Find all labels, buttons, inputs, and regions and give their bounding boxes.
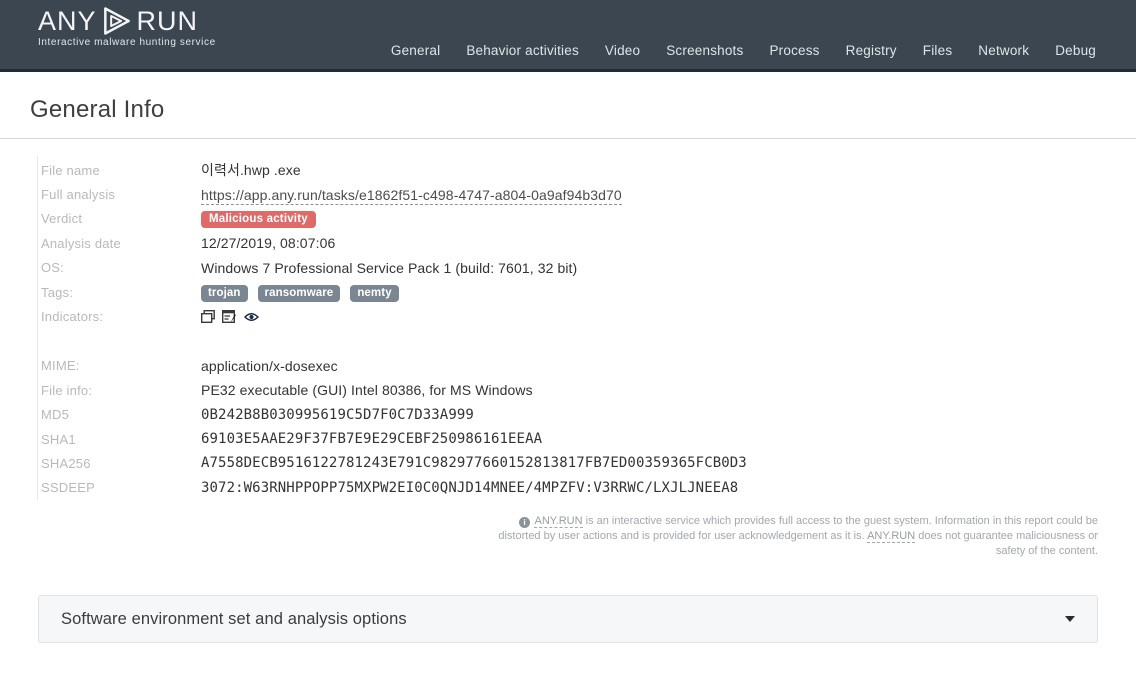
tag-ransomware[interactable]: ransomware xyxy=(257,284,341,302)
file-info-row: File info: PE32 executable (GUI) Intel 8… xyxy=(38,378,1136,402)
logo-tagline: Interactive malware hunting service xyxy=(38,37,216,48)
play-icon xyxy=(103,7,130,35)
tags-row: Tags: trojan ransomware nemty xyxy=(38,280,1136,304)
ssdeep-label: SSDEEP xyxy=(41,480,95,496)
eye-icon xyxy=(244,312,259,321)
logo-text-run: RUN xyxy=(136,6,199,36)
anyrun-link-2[interactable]: ANY.RUN xyxy=(867,530,916,544)
nav-item-general[interactable]: General xyxy=(391,43,440,58)
page-title: General Info xyxy=(30,96,165,123)
verdict-label: Verdict xyxy=(41,211,83,227)
ssdeep-row: SSDEEP 3072:W63RNHPPOPP75MXPW2EI0C0QNJD1… xyxy=(38,476,1136,500)
tag-trojan[interactable]: trojan xyxy=(201,284,248,302)
service-disclaimer: ANY.RUN is an interactive service which … xyxy=(484,514,1098,559)
os-row: OS: Windows 7 Professional Service Pack … xyxy=(38,256,1136,280)
nav-item-files[interactable]: Files xyxy=(923,43,953,58)
report-nav: General Behavior activities Video Screen… xyxy=(391,43,1096,58)
analysis-date-label: Analysis date xyxy=(41,235,121,251)
anyrun-link-1[interactable]: ANY.RUN xyxy=(534,515,583,529)
nav-item-registry[interactable]: Registry xyxy=(846,43,897,58)
anyrun-logo[interactable]: ANY RUN Interactive malware hunting serv… xyxy=(38,6,238,48)
md5-value: 0B242B8B030995619C5D7F0C7D33A999 xyxy=(201,406,474,423)
md5-label: MD5 xyxy=(41,407,70,423)
file-info-label: File info: xyxy=(41,382,93,398)
top-header: ANY RUN Interactive malware hunting serv… xyxy=(0,0,1136,72)
mime-label: MIME: xyxy=(41,358,80,374)
analysis-date-value: 12/27/2019, 08:07:06 xyxy=(201,235,336,252)
sha1-row: SHA1 69103E5AAE29F37FB7E9E29CEBF25098616… xyxy=(38,427,1136,451)
full-analysis-label: Full analysis xyxy=(41,187,116,203)
ssdeep-value: 3072:W63RNHPPOPP75MXPW2EI0C0QNJD14MNEE/4… xyxy=(201,479,739,496)
info-icon xyxy=(519,517,531,529)
tag-nemty[interactable]: nemty xyxy=(350,284,399,302)
sha256-row: SHA256 A7558DECB9516122781243E791C982977… xyxy=(38,451,1136,475)
mime-row: MIME: application/x-dosexec xyxy=(38,354,1136,378)
os-label: OS: xyxy=(41,260,64,276)
file-name-label: File name xyxy=(41,162,100,178)
software-environment-accordion[interactable]: Software environment set and analysis op… xyxy=(38,595,1098,644)
logo-text-any: ANY xyxy=(38,6,97,36)
window-edit-icon xyxy=(222,310,236,324)
general-info-table: File name 이력서.hwp .exe Full analysis htt… xyxy=(37,156,1136,501)
verdict-row: Verdict Malicious activity xyxy=(38,207,1136,231)
nav-item-network[interactable]: Network xyxy=(978,43,1029,58)
verdict-badge: Malicious activity xyxy=(201,211,316,229)
sha256-label: SHA256 xyxy=(41,455,91,471)
cascade-windows-icon xyxy=(201,310,215,324)
anyrun-report-page: ANY RUN Interactive malware hunting serv… xyxy=(0,0,1136,674)
full-analysis-row: Full analysis https://app.any.run/tasks/… xyxy=(38,182,1136,206)
accordion-title: Software environment set and analysis op… xyxy=(61,609,407,628)
chevron-down-icon[interactable] xyxy=(1065,616,1075,623)
indicators-label: Indicators: xyxy=(41,309,104,325)
nav-item-behavior-activities[interactable]: Behavior activities xyxy=(466,43,579,58)
file-name-value: 이력서.hwp .exe xyxy=(201,162,301,179)
full-analysis-link[interactable]: https://app.any.run/tasks/e1862f51-c498-… xyxy=(201,186,622,205)
os-value: Windows 7 Professional Service Pack 1 (b… xyxy=(201,259,578,276)
nav-item-process[interactable]: Process xyxy=(769,43,819,58)
sha1-value: 69103E5AAE29F37FB7E9E29CEBF250986161EEAA xyxy=(201,431,543,448)
nav-item-video[interactable]: Video xyxy=(605,43,640,58)
tags-label: Tags: xyxy=(41,284,74,300)
page-title-section: General Info xyxy=(0,72,1136,139)
mime-value: application/x-dosexec xyxy=(201,357,338,374)
nav-item-screenshots[interactable]: Screenshots xyxy=(666,43,743,58)
sha1-label: SHA1 xyxy=(41,431,76,447)
sha256-value: A7558DECB9516122781243E791C9829776601528… xyxy=(201,455,747,472)
file-info-value: PE32 executable (GUI) Intel 80386, for M… xyxy=(201,382,533,399)
file-name-row: File name 이력서.hwp .exe xyxy=(38,158,1136,182)
disclaimer-text-2: does not guarantee maliciousness or safe… xyxy=(918,530,1098,558)
nav-item-debug[interactable]: Debug xyxy=(1055,43,1096,58)
md5-row: MD5 0B242B8B030995619C5D7F0C7D33A999 xyxy=(38,403,1136,427)
analysis-date-row: Analysis date 12/27/2019, 08:07:06 xyxy=(38,231,1136,255)
indicators-row: Indicators: xyxy=(38,304,1136,328)
